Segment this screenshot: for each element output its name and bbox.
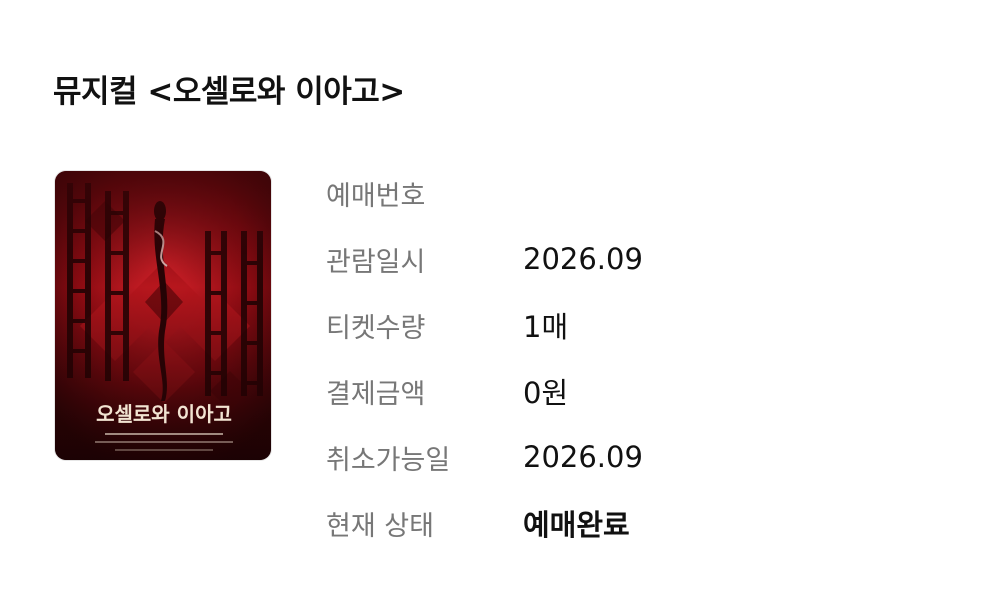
poster-image: 오셀로와 이아고: [54, 170, 272, 461]
status-badge: 예매완료: [523, 508, 630, 542]
row-view-datetime: 관람일시 2026.09: [326, 226, 643, 292]
row-booking-number: 예매번호: [326, 160, 643, 226]
page-title: 뮤지컬 <오셀로와 이아고>: [53, 74, 405, 110]
view-datetime-label: 관람일시: [326, 246, 426, 278]
row-ticket-count: 티켓수량 1매: [326, 292, 643, 358]
row-payment-amount: 결제금액 0원: [326, 358, 643, 424]
cancel-deadline-value: 2026.09: [523, 440, 643, 474]
current-status-label: 현재 상태: [326, 510, 434, 542]
poster-headline: 오셀로와 이아고: [96, 402, 232, 426]
cancel-deadline-label: 취소가능일: [326, 444, 451, 476]
booking-number-label: 예매번호: [326, 180, 426, 212]
row-cancel-deadline: 취소가능일 2026.09: [326, 424, 643, 490]
view-datetime-value: 2026.09: [523, 242, 643, 276]
booking-info: 예매번호 관람일시 2026.09 티켓수량 1매 결제금액 0원 취소가능일 …: [326, 160, 643, 556]
row-current-status: 현재 상태 예매완료: [326, 490, 643, 556]
ticket-count-value: 1매: [523, 310, 569, 344]
ticket-count-label: 티켓수량: [326, 312, 426, 344]
payment-amount-value: 0원: [523, 376, 569, 410]
booking-detail-page: 뮤지컬 <오셀로와 이아고> 오셀로와 이아고 예매번호 관람일시 2026.0…: [0, 0, 998, 592]
payment-amount-label: 결제금액: [326, 378, 426, 410]
